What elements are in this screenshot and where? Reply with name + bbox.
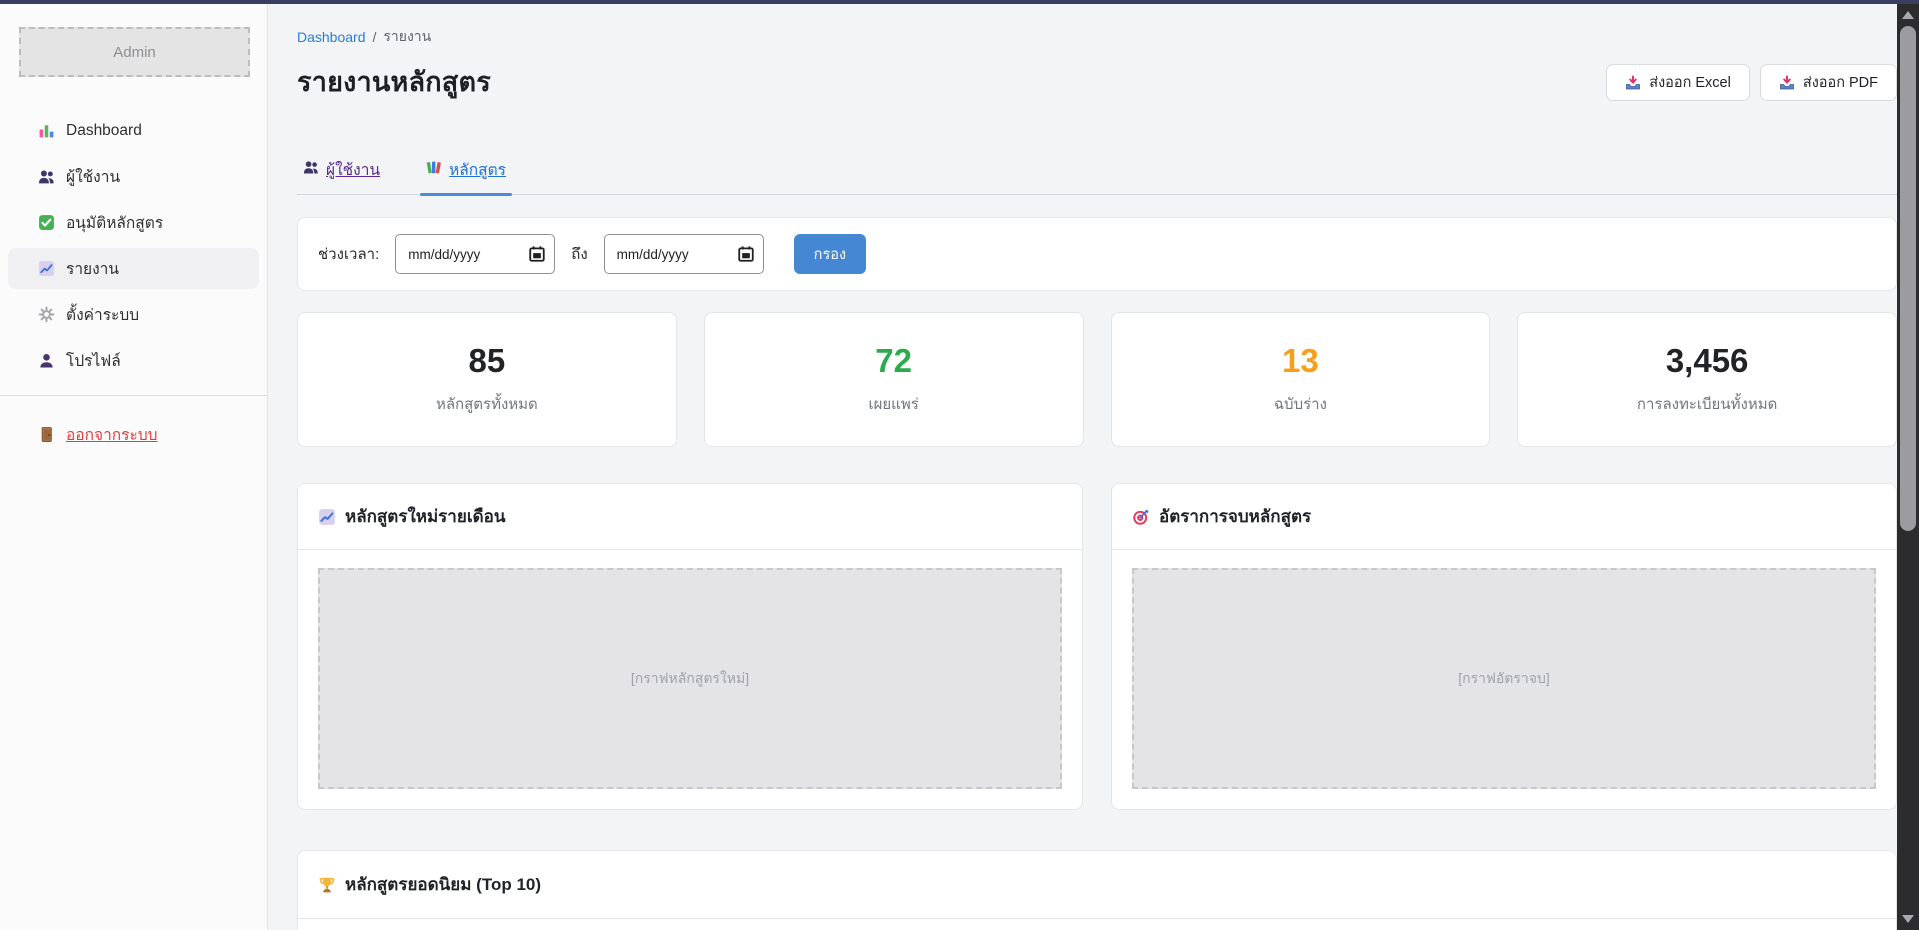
stat-label: การลงทะเบียนทั้งหมด	[1637, 392, 1777, 416]
stats-row: 85 หลักสูตรทั้งหมด 72 เผยแพร่ 13 ฉบับร่า…	[297, 312, 1897, 447]
gear-icon	[38, 306, 55, 323]
check-icon	[38, 214, 55, 231]
date-from-wrapper	[395, 234, 555, 274]
export-buttons: ส่งออก Excel ส่งออก PDF	[1606, 64, 1897, 101]
scrollbar-thumb[interactable]	[1900, 26, 1916, 531]
breadcrumb-current: รายงาน	[383, 26, 431, 48]
chart-placeholder: [กราฟหลักสูตรใหม่]	[318, 568, 1062, 789]
filter-submit-button[interactable]: กรอง	[794, 234, 866, 274]
stat-card-published: 72 เผยแพร่	[704, 312, 1084, 447]
export-pdf-button[interactable]: ส่งออก PDF	[1760, 64, 1897, 101]
export-icon	[1779, 75, 1795, 91]
page-title: รายงานหลักสูตร	[297, 60, 491, 103]
stat-card-total-enrollments: 3,456 การลงทะเบียนทั้งหมด	[1517, 312, 1897, 447]
door-icon	[38, 426, 55, 443]
books-icon	[426, 157, 442, 175]
calendar-icon[interactable]	[737, 245, 755, 263]
chart-placeholder-text: [กราฟหลักสูตรใหม่]	[631, 668, 749, 690]
users-icon	[303, 157, 319, 175]
sidebar-divider	[0, 395, 267, 396]
stat-value: 72	[875, 343, 912, 379]
sidebar-item-label: อนุมัติหลักสูตร	[66, 210, 163, 235]
date-to-wrapper	[604, 234, 764, 274]
chart-title: อัตราการจบหลักสูตร	[1159, 503, 1311, 530]
completion-rate-chart-card: อัตราการจบหลักสูตร [กราฟอัตราจบ]	[1111, 483, 1897, 810]
sidebar-item-label: รายงาน	[66, 256, 119, 281]
charts-row: หลักสูตรใหม่รายเดือน [กราฟหลักสูตรใหม่] …	[297, 483, 1897, 810]
sidebar: Admin Dashboard ผู้ใช้งาน อนุมัติหลักสูต…	[0, 4, 268, 930]
export-icon	[1625, 75, 1641, 91]
page-header: รายงานหลักสูตร ส่งออก Excel ส่งออก PDF	[297, 60, 1897, 103]
sidebar-item-profile[interactable]: โปรไฟล์	[8, 340, 259, 381]
to-label: ถึง	[571, 242, 587, 266]
logout-link[interactable]: ออกจากระบบ	[8, 422, 259, 447]
sidebar-item-reports[interactable]: รายงาน	[8, 248, 259, 289]
sidebar-nav: Dashboard ผู้ใช้งาน อนุมัติหลักสูตร รายง…	[0, 110, 267, 381]
stat-card-total-courses: 85 หลักสูตรทั้งหมด	[297, 312, 677, 447]
scroll-up-arrow-icon[interactable]	[1902, 11, 1914, 19]
trophy-icon	[318, 876, 336, 894]
export-pdf-label: ส่งออก PDF	[1803, 71, 1878, 94]
sidebar-item-label: ตั้งค่าระบบ	[66, 302, 139, 327]
breadcrumb-dashboard-link[interactable]: Dashboard	[297, 29, 366, 45]
tab-users-label: ผู้ใช้งาน	[326, 157, 380, 182]
sidebar-item-dashboard[interactable]: Dashboard	[8, 110, 259, 151]
chart-card-body: [กราฟอัตราจบ]	[1112, 550, 1896, 809]
chart-placeholder-text: [กราฟอัตราจบ]	[1458, 668, 1550, 690]
logo-text: Admin	[113, 44, 156, 61]
target-icon	[1132, 508, 1150, 526]
sidebar-item-users[interactable]: ผู้ใช้งาน	[8, 156, 259, 197]
filter-label: ช่วงเวลา:	[318, 242, 379, 266]
users-icon	[38, 168, 55, 185]
line-chart-icon	[38, 260, 55, 277]
chart-card-body: [กราฟหลักสูตรใหม่]	[298, 550, 1082, 809]
stat-value: 85	[469, 343, 506, 379]
stat-label: หลักสูตรทั้งหมด	[436, 392, 538, 416]
person-icon	[38, 352, 55, 369]
app-container: Admin Dashboard ผู้ใช้งาน อนุมัติหลักสูต…	[0, 0, 1919, 930]
stat-label: ฉบับร่าง	[1274, 392, 1327, 416]
tab-courses-active[interactable]: หลักสูตร	[420, 155, 512, 194]
tab-courses-label: หลักสูตร	[449, 157, 506, 182]
tab-users[interactable]: ผู้ใช้งาน	[297, 155, 386, 194]
sidebar-item-label: ผู้ใช้งาน	[66, 164, 120, 189]
export-excel-label: ส่งออก Excel	[1649, 71, 1731, 94]
top-courses-card: หลักสูตรยอดนิยม (Top 10)	[297, 850, 1897, 930]
line-chart-icon	[318, 508, 336, 526]
sidebar-item-course-approval[interactable]: อนุมัติหลักสูตร	[8, 202, 259, 243]
sidebar-item-system-settings[interactable]: ตั้งค่าระบบ	[8, 294, 259, 335]
browser-top-bar	[0, 0, 1919, 4]
active-tab-indicator	[420, 193, 512, 196]
chart-card-header: อัตราการจบหลักสูตร	[1112, 484, 1896, 550]
new-courses-chart-card: หลักสูตรใหม่รายเดือน [กราฟหลักสูตรใหม่]	[297, 483, 1083, 810]
export-excel-button[interactable]: ส่งออก Excel	[1606, 64, 1750, 101]
stat-card-drafts: 13 ฉบับร่าง	[1111, 312, 1491, 447]
stat-value: 3,456	[1666, 343, 1749, 379]
calendar-icon[interactable]	[528, 245, 546, 263]
logout-label: ออกจากระบบ	[66, 422, 158, 447]
main-content: Dashboard / รายงาน รายงานหลักสูตร ส่งออก…	[268, 4, 1919, 930]
stat-value: 13	[1282, 343, 1319, 379]
logo-placeholder: Admin	[19, 27, 250, 77]
chart-title: หลักสูตรใหม่รายเดือน	[345, 503, 506, 530]
date-filter-card: ช่วงเวลา: ถึง กรอง	[297, 217, 1897, 291]
sidebar-item-label: Dashboard	[66, 122, 142, 140]
tab-bar: ผู้ใช้งาน หลักสูตร	[297, 155, 1897, 195]
bar-chart-icon	[38, 122, 55, 139]
top-courses-body	[298, 919, 1896, 930]
vertical-scrollbar[interactable]	[1897, 4, 1919, 930]
chart-placeholder: [กราฟอัตราจบ]	[1132, 568, 1876, 789]
sidebar-item-label: โปรไฟล์	[66, 348, 121, 373]
scroll-down-arrow-icon[interactable]	[1902, 915, 1914, 923]
top-courses-title: หลักสูตรยอดนิยม (Top 10)	[345, 871, 541, 898]
stat-label: เผยแพร่	[868, 392, 918, 416]
chart-card-header: หลักสูตรใหม่รายเดือน	[298, 484, 1082, 550]
breadcrumb: Dashboard / รายงาน	[297, 26, 1897, 48]
top-courses-header: หลักสูตรยอดนิยม (Top 10)	[298, 851, 1896, 919]
breadcrumb-separator: /	[373, 29, 377, 45]
